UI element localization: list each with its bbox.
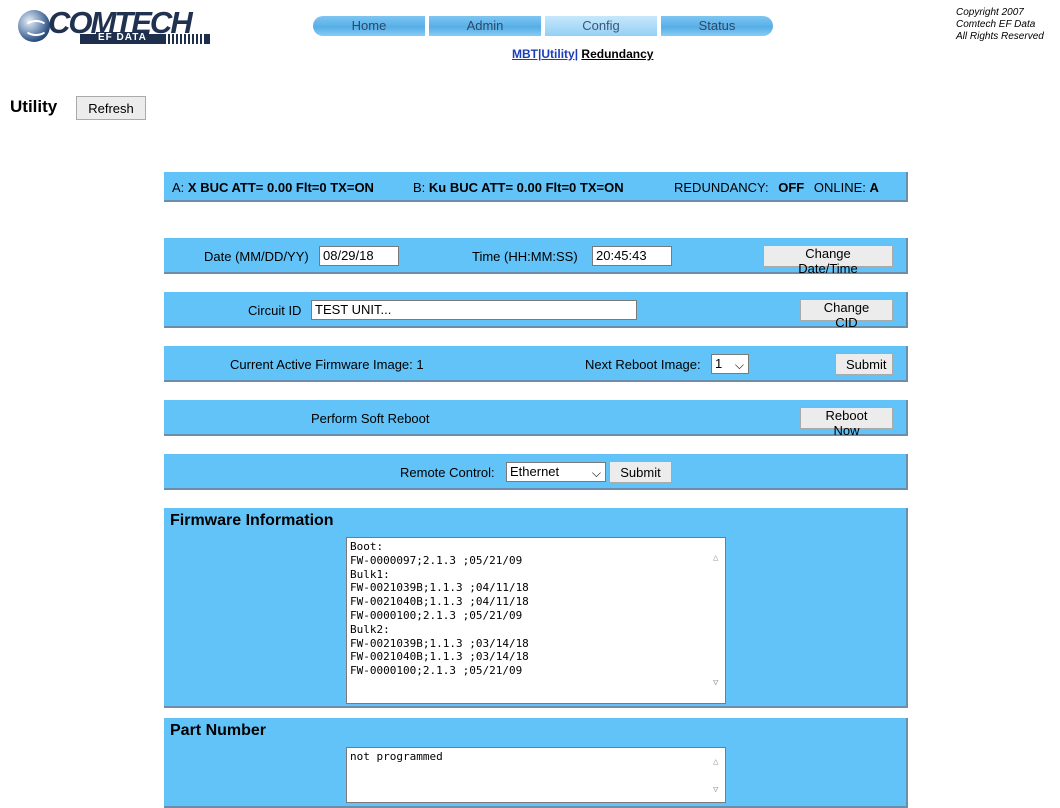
next-reboot-image-value: 1	[715, 356, 723, 371]
copyright-line: Comtech EF Data	[956, 19, 1036, 30]
firmware-info-scrollbar[interactable]: △ ▽	[709, 538, 725, 703]
subnav-mbt-link[interactable]: MBT|	[512, 47, 541, 61]
date-label: Date (MM/DD/YY)	[204, 249, 309, 264]
chevron-down-icon: ⌵	[734, 358, 744, 372]
subnav-redundancy-link[interactable]: Redundancy	[581, 47, 653, 61]
firmware-info-panel: Firmware Information Boot: FW-0000097;2.…	[164, 508, 908, 708]
unit-a-prefix: A:	[172, 180, 185, 195]
part-number-scrollbar[interactable]: △ ▽	[709, 748, 725, 802]
firmware-info-textarea[interactable]: Boot: FW-0000097;2.1.3 ;05/21/09 Bulk1: …	[346, 537, 726, 704]
firmware-info-text: Boot: FW-0000097;2.1.3 ;05/21/09 Bulk1: …	[350, 540, 529, 678]
circuit-id-input[interactable]: TEST UNIT...	[311, 300, 637, 320]
firmware-info-title: Firmware Information	[170, 512, 334, 529]
tab-home[interactable]: Home	[313, 16, 425, 36]
unit-b-prefix: B:	[413, 180, 426, 195]
sub-nav: MBT|Utility| Redundancy	[512, 47, 653, 61]
unit-b-status: Ku BUC ATT= 0.00 Flt=0 TX=ON	[428, 180, 624, 195]
online-label: ONLINE:	[813, 180, 866, 195]
soft-reboot-panel: Perform Soft Reboot Reboot Now	[164, 400, 908, 438]
circuit-id-panel: Circuit ID TEST UNIT... Change CID	[164, 292, 908, 330]
date-input[interactable]: 08/29/18	[319, 246, 399, 266]
next-reboot-image-label: Next Reboot Image:	[585, 357, 701, 372]
part-number-panel: Part Number not programmed △ ▽	[164, 718, 908, 808]
online-value: A	[869, 180, 879, 195]
time-label: Time (HH:MM:SS)	[472, 249, 578, 264]
part-number-textarea[interactable]: not programmed △ ▽	[346, 747, 726, 803]
part-number-text: not programmed	[350, 750, 443, 763]
globe-icon	[18, 10, 50, 42]
status-panel: A: X BUC ATT= 0.00 Flt=0 TX=ON B: Ku BUC…	[164, 172, 908, 202]
part-number-title: Part Number	[170, 722, 267, 739]
submit-reboot-image-button[interactable]: Submit	[835, 353, 893, 375]
remote-control-select[interactable]: Ethernet ⌵	[506, 462, 606, 482]
scroll-up-arrow-icon[interactable]: △	[713, 756, 718, 770]
time-input[interactable]: 20:45:43	[592, 246, 672, 266]
scroll-up-arrow-icon[interactable]: △	[713, 552, 718, 566]
circuit-id-label: Circuit ID	[248, 303, 302, 318]
tab-status[interactable]: Status	[661, 16, 773, 36]
redundancy-label: REDUNDANCY:	[674, 180, 769, 195]
remote-control-submit-button[interactable]: Submit	[609, 461, 672, 483]
remote-control-panel: Remote Control: Ethernet ⌵ Submit	[164, 454, 908, 490]
current-firmware-image-label: Current Active Firmware Image: 1	[230, 357, 424, 372]
chevron-down-icon: ⌵	[591, 466, 601, 480]
remote-control-label: Remote Control:	[400, 465, 495, 480]
change-datetime-button[interactable]: Change Date/Time	[763, 245, 893, 276]
unit-a-status: X BUC ATT= 0.00 Flt=0 TX=ON	[187, 180, 374, 195]
next-reboot-image-select[interactable]: 1 ⌵	[711, 354, 749, 374]
reboot-now-button[interactable]: Reboot Now	[800, 407, 893, 438]
remote-control-value: Ethernet	[510, 464, 560, 479]
tab-config[interactable]: Config	[545, 16, 657, 36]
logo-subtitle: EF DATA	[96, 32, 149, 44]
redundancy-value: OFF	[778, 180, 805, 195]
copyright: Copyright 2007 Comtech EF Data All Right…	[956, 7, 1044, 43]
page-title: Utility	[10, 97, 58, 116]
refresh-button[interactable]: Refresh	[76, 96, 146, 120]
comtech-logo: COMTECH EF DATA	[18, 5, 223, 44]
datetime-panel: Date (MM/DD/YY) 08/29/18 Time (HH:MM:SS)…	[164, 238, 908, 276]
soft-reboot-label: Perform Soft Reboot	[311, 411, 430, 426]
copyright-line: Copyright 2007	[956, 7, 1024, 18]
copyright-line: All Rights Reserved	[956, 31, 1044, 42]
change-cid-button[interactable]: Change CID	[800, 299, 893, 330]
firmware-image-panel: Current Active Firmware Image: 1 Next Re…	[164, 346, 908, 382]
scroll-down-arrow-icon[interactable]: ▽	[713, 784, 718, 798]
subnav-utility-link[interactable]: Utility|	[541, 47, 578, 61]
main-nav: Home Admin Config Status	[313, 16, 773, 36]
scroll-down-arrow-icon[interactable]: ▽	[713, 677, 718, 691]
tab-admin[interactable]: Admin	[429, 16, 541, 36]
